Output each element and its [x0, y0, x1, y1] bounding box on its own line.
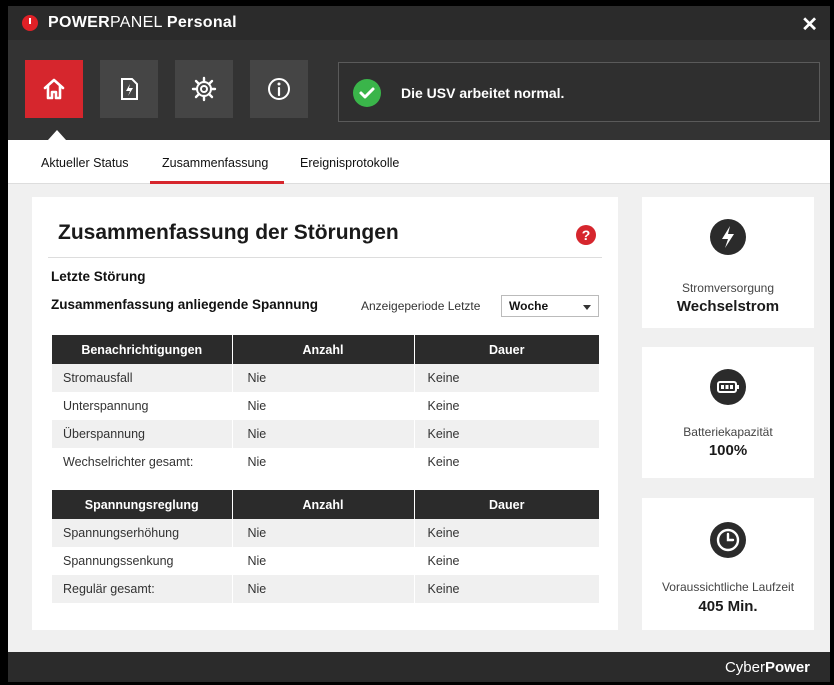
- table-cell: Nie: [232, 519, 415, 547]
- column-header: Anzahl: [232, 490, 415, 519]
- table-cell: Keine: [427, 455, 460, 469]
- check-icon: [353, 79, 381, 107]
- active-pointer: [48, 130, 66, 140]
- period-select-value: Woche: [509, 299, 549, 313]
- table-row: Stromausfall Nie Keine: [52, 364, 599, 392]
- table-cell: Stromausfall: [52, 364, 233, 392]
- divider: [48, 257, 602, 258]
- notifications-table: Benachrichtigungen Anzahl Dauer Stromaus…: [52, 335, 599, 476]
- tab-aktueller-status[interactable]: Aktueller Status: [41, 156, 129, 170]
- table-cell: Nie: [232, 392, 415, 420]
- app-title-brand-bold: POWER: [48, 14, 110, 31]
- table-header-row: Benachrichtigungen Anzahl Dauer: [52, 335, 599, 364]
- table-cell: Keine: [427, 399, 460, 413]
- power-source-label: Stromversorgung: [681, 281, 775, 295]
- table-cell: Nie: [232, 547, 415, 575]
- summary-card: Zusammenfassung der Störungen ? Letzte S…: [32, 197, 618, 630]
- info-icon: [268, 78, 290, 100]
- voltage-summary-heading: Zusammenfassung anliegende Spannung: [51, 297, 319, 312]
- table-cell: Regulär gesamt:: [52, 575, 233, 603]
- table-cell: Nie: [232, 420, 415, 448]
- battery-value: 100%: [708, 442, 748, 459]
- tab-zusammenfassung[interactable]: Zusammenfassung: [162, 156, 268, 170]
- table-row: Unterspannung Nie Keine: [52, 392, 599, 420]
- power-logo-icon: [22, 15, 38, 31]
- power-source-value: Wechselstrom: [676, 298, 780, 315]
- table-row: Wechselrichter gesamt: Nie Keine: [52, 448, 599, 476]
- lightning-icon: [710, 219, 746, 255]
- table-cell: Nie: [232, 575, 415, 603]
- table-cell: Keine: [414, 420, 599, 448]
- info-button[interactable]: [250, 60, 308, 118]
- column-header: Dauer: [414, 335, 599, 364]
- title-bar: POWERPANEL Personal ✕: [8, 6, 830, 40]
- table-cell: Spannungssenkung: [52, 547, 233, 575]
- brand-part2: Power: [764, 659, 810, 676]
- status-box: Die USV arbeitet normal.: [338, 62, 820, 122]
- column-header: Dauer: [414, 490, 599, 519]
- column-header: Benachrichtigungen: [52, 335, 233, 364]
- table-row: Überspannung Nie Keine: [52, 420, 599, 448]
- power-document-button[interactable]: [100, 60, 158, 118]
- app-title-edition: Personal: [166, 14, 237, 31]
- page-title: Zusammenfassung der Störungen: [58, 221, 399, 244]
- battery-icon: [710, 369, 746, 405]
- main-toolbar: Die USV arbeitet normal.: [8, 40, 830, 140]
- voltage-regulation-table: Spannungsreglung Anzahl Dauer Spannungse…: [52, 490, 599, 603]
- table-cell: Keine: [414, 364, 599, 392]
- status-text: Die USV arbeitet normal.: [401, 85, 565, 101]
- clock-icon: [710, 522, 746, 558]
- cyberpower-logo: CyberPower: [725, 659, 810, 676]
- gear-icon: [191, 76, 217, 102]
- close-button[interactable]: ✕: [801, 12, 818, 37]
- app-window: POWERPANEL Personal ✕ Die USV arbeitet n…: [8, 6, 830, 682]
- help-icon[interactable]: ?: [576, 225, 596, 245]
- table-row: Spannungserhöhung Nie Keine: [52, 519, 599, 547]
- app-title-brand-rest: PANEL: [109, 14, 163, 31]
- last-fault-heading: Letzte Störung: [51, 269, 146, 284]
- table-cell: Überspannung: [52, 420, 233, 448]
- app-title: POWERPANEL Personal: [48, 14, 237, 32]
- home-icon: [43, 78, 65, 100]
- table-cell: Keine: [427, 554, 460, 568]
- runtime-card: Voraussichtliche Laufzeit 405 Min.: [642, 498, 814, 630]
- runtime-value: 405 Min.: [698, 598, 758, 615]
- battery-card: Batteriekapazität 100%: [642, 347, 814, 478]
- footer-bar: CyberPower: [8, 652, 830, 682]
- table-cell: Wechselrichter gesamt:: [52, 448, 233, 476]
- period-select[interactable]: Woche: [501, 295, 599, 317]
- column-header: Anzahl: [232, 335, 415, 364]
- settings-button[interactable]: [175, 60, 233, 118]
- active-tab-indicator: [150, 181, 284, 184]
- table-header-row: Spannungsreglung Anzahl Dauer: [52, 490, 599, 519]
- battery-label: Batteriekapazität: [683, 425, 773, 439]
- tab-ereignisprotokolle[interactable]: Ereignisprotokolle: [300, 156, 399, 170]
- chevron-down-icon: [583, 305, 591, 310]
- table-cell: Keine: [414, 519, 599, 547]
- table-row: Spannungssenkung Nie Keine: [52, 547, 599, 575]
- table-cell: Unterspannung: [52, 392, 233, 420]
- table-cell: Keine: [414, 575, 599, 603]
- period-label: Anzeigeperiode Letzte: [361, 299, 481, 313]
- column-header: Spannungsreglung: [52, 490, 233, 519]
- brand-part1: Cyber: [724, 659, 765, 676]
- table-cell: Nie: [232, 364, 415, 392]
- table-row: Regulär gesamt: Nie Keine: [52, 575, 599, 603]
- runtime-label: Voraussichtliche Laufzeit: [661, 580, 795, 594]
- table-cell: Spannungserhöhung: [52, 519, 233, 547]
- tab-bar: Aktueller Status Zusammenfassung Ereigni…: [8, 140, 830, 184]
- home-button[interactable]: [25, 60, 83, 118]
- power-source-card: Stromversorgung Wechselstrom: [642, 197, 814, 328]
- table-cell: Nie: [232, 448, 415, 476]
- power-document-icon: [121, 78, 138, 100]
